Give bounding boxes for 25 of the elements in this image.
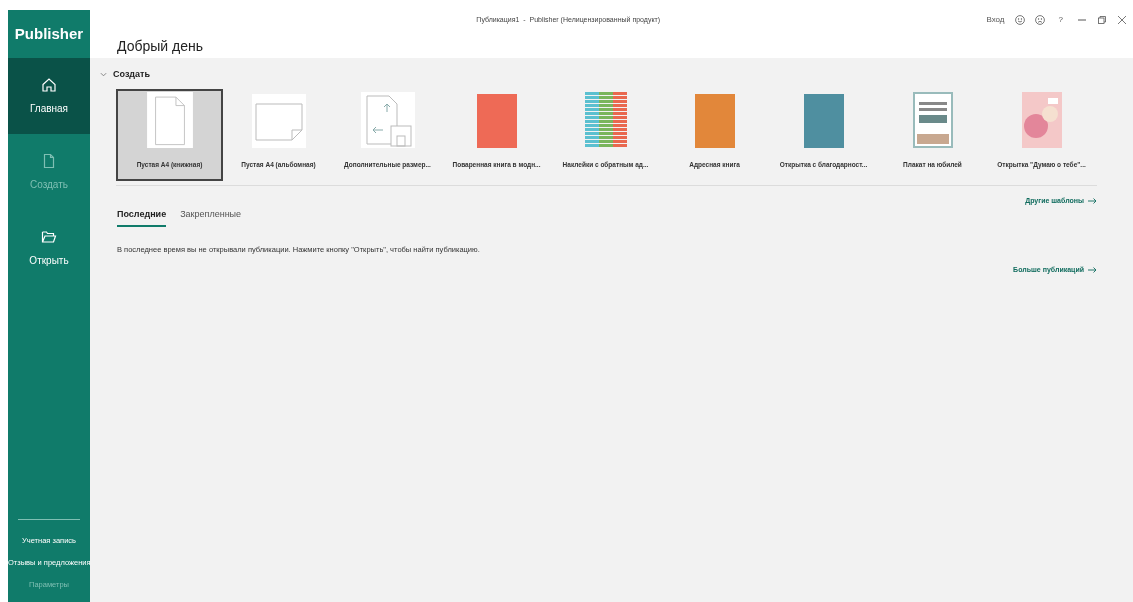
- section-toggle[interactable]: Создать: [100, 68, 150, 82]
- chevron-icon: [100, 71, 107, 79]
- blank-page-drawing: [146, 91, 193, 148]
- nav-item[interactable]: Открыть: [8, 210, 90, 286]
- page-sizes-drawing: [360, 91, 415, 148]
- tab[interactable]: Закрепленные: [180, 208, 242, 227]
- label-sheet-drawing: [584, 91, 627, 148]
- smiley-icon[interactable]: [1014, 15, 1025, 25]
- arrow-icon: [1088, 197, 1097, 204]
- greeting-heading: Добрый день: [117, 38, 203, 54]
- arrow-icon: [1088, 266, 1097, 273]
- frown-icon[interactable]: [1034, 15, 1045, 25]
- nav-item[interactable]: Главная: [8, 58, 90, 134]
- document-icon: [41, 152, 57, 169]
- poster-drawing: [912, 91, 953, 148]
- home-icon: [41, 76, 57, 93]
- restore-icon[interactable]: [1097, 15, 1107, 25]
- help-button[interactable]: ?: [1054, 14, 1067, 26]
- sign-in-button[interactable]: Вход: [986, 14, 1005, 26]
- flower-card-drawing: [1021, 91, 1062, 148]
- blank-page-drawing: [251, 93, 306, 148]
- close-icon[interactable]: [1117, 15, 1127, 25]
- tab[interactable]: Последние: [117, 208, 167, 227]
- folder-icon: [41, 228, 57, 245]
- app-name: Publisher: [14, 23, 84, 44]
